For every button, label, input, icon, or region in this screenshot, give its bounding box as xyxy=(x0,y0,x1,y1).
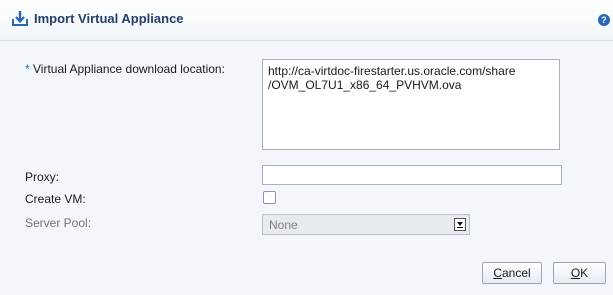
dialog-title-bar: Import Virtual Appliance ? xyxy=(0,0,613,41)
create-vm-checkbox[interactable] xyxy=(263,191,276,204)
download-icon xyxy=(12,11,28,26)
cancel-button[interactable]: Cancel xyxy=(482,262,542,284)
cancel-label: ancel xyxy=(501,266,531,280)
cancel-mnemonic: C xyxy=(493,266,502,280)
ok-button[interactable]: OK xyxy=(553,262,606,284)
proxy-input[interactable] xyxy=(262,165,562,185)
help-icon[interactable]: ? xyxy=(598,14,610,26)
location-value-line-1: http://ca-virtdoc-firestarter.us.oracle.… xyxy=(268,64,516,78)
server-pool-select[interactable]: None xyxy=(262,214,470,235)
location-value-line-2: /OVM_OL7U1_x86_64_PVHVM.ova xyxy=(268,78,462,92)
location-label: * Virtual Appliance download location: xyxy=(25,62,225,76)
proxy-label: Proxy: xyxy=(25,170,60,184)
required-marker: * xyxy=(25,62,30,76)
download-location-textarea[interactable]: http://ca-virtdoc-firestarter.us.oracle.… xyxy=(262,59,560,150)
ok-mnemonic: O xyxy=(570,266,581,280)
server-pool-label: Server Pool: xyxy=(25,216,92,230)
server-pool-value: None xyxy=(269,218,298,232)
create-vm-label: Create VM: xyxy=(25,192,86,206)
location-label-text: Virtual Appliance download location: xyxy=(33,62,225,76)
chevron-down-icon[interactable] xyxy=(454,218,466,231)
dialog-title: Import Virtual Appliance xyxy=(34,11,184,26)
ok-label: K xyxy=(580,266,589,280)
